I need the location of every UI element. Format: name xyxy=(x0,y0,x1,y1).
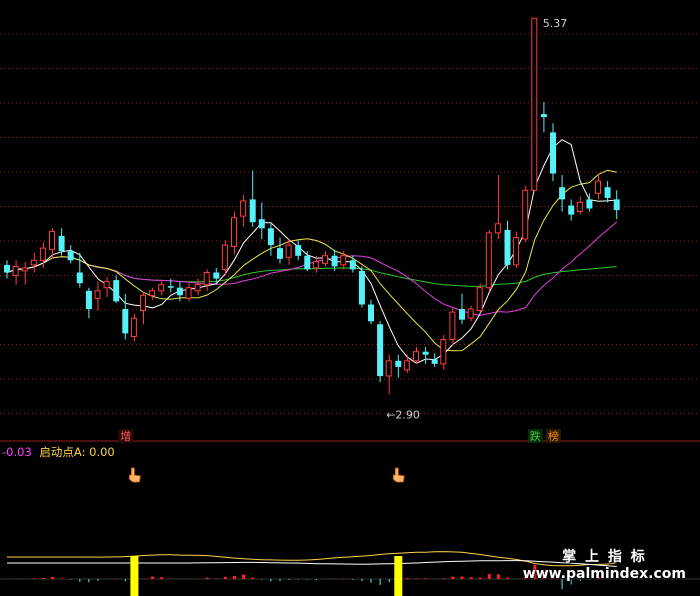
low-price-label: ←2.90 xyxy=(386,408,420,421)
candle-body xyxy=(140,294,146,311)
candle-body xyxy=(385,360,392,377)
candle-body xyxy=(285,244,292,258)
candle-body xyxy=(231,217,237,248)
candle-body xyxy=(94,290,101,299)
candle-body xyxy=(85,290,92,310)
candle-body xyxy=(58,235,65,252)
candle-body xyxy=(49,230,55,251)
candle-body xyxy=(522,189,529,240)
candle-body xyxy=(595,180,601,194)
candle-body xyxy=(185,287,192,299)
candle-body xyxy=(213,272,220,279)
candle-body xyxy=(167,286,174,288)
candle-body xyxy=(194,284,201,292)
signal-bar xyxy=(130,556,139,596)
candle-body xyxy=(368,304,374,322)
marker-label: 榜 xyxy=(548,429,559,443)
candle-body xyxy=(358,271,365,305)
candle-body xyxy=(113,280,120,302)
candle-body xyxy=(249,199,256,223)
candle-body xyxy=(559,187,566,200)
candle-body xyxy=(476,287,483,312)
candle-body xyxy=(395,360,402,367)
candle-body xyxy=(12,265,19,276)
candle-body xyxy=(459,309,465,320)
candle-body xyxy=(422,351,429,355)
candle-body xyxy=(494,223,501,234)
candle-body xyxy=(203,272,210,286)
candle-body xyxy=(377,324,384,377)
candle-body xyxy=(103,281,110,289)
candle-body xyxy=(349,260,356,270)
watermark-title: 掌 上 指 标 xyxy=(562,549,647,565)
candle-body xyxy=(176,287,183,296)
candle-body xyxy=(30,259,37,266)
candle-body xyxy=(322,255,328,264)
candle-body xyxy=(413,351,419,362)
stock-chart: 5.37 ←2.90 增 跌榜 xyxy=(0,17,700,596)
candle-body xyxy=(39,247,46,261)
candle-body xyxy=(267,228,274,246)
candle-body xyxy=(312,261,319,269)
hand-pointer-icon xyxy=(392,467,405,483)
candle-body xyxy=(21,267,28,272)
candle-body xyxy=(576,201,583,212)
candle-body xyxy=(158,284,165,292)
candle-body xyxy=(431,359,438,364)
candle-body xyxy=(331,255,338,267)
candle-body xyxy=(568,205,575,215)
candle-body xyxy=(604,187,611,198)
candle-body xyxy=(485,232,492,289)
candle-body xyxy=(76,272,83,284)
indicator-left-value: -0.03 xyxy=(2,445,32,459)
hand-pointer-icon xyxy=(128,467,141,483)
candle-body xyxy=(340,255,347,266)
indicator-legend: -0.03 启动点A: 0.00 xyxy=(2,444,115,460)
candle-body xyxy=(531,17,538,191)
candle-body xyxy=(449,311,456,341)
candle-body xyxy=(221,244,228,271)
candle-body xyxy=(149,290,156,296)
signal-bar xyxy=(394,556,403,596)
candle-body xyxy=(295,245,302,256)
candle-body xyxy=(403,360,410,371)
indicator-series-label: 启动点A: xyxy=(39,445,86,459)
candle-body xyxy=(277,248,283,259)
marker-label: 增 xyxy=(120,429,131,443)
candle-body xyxy=(122,309,129,334)
high-price-label: 5.37 xyxy=(543,17,568,30)
candle-body xyxy=(4,264,10,273)
candle-body xyxy=(504,229,511,265)
ma5-line xyxy=(6,139,617,364)
candle-body xyxy=(304,255,311,270)
candle-body xyxy=(130,317,137,338)
candle-body xyxy=(240,200,247,217)
candle-body xyxy=(540,114,547,118)
candle-body xyxy=(613,199,620,211)
watermark-url: www.palmindex.com xyxy=(522,566,686,582)
candle-body xyxy=(440,339,447,365)
candle-body xyxy=(67,251,74,261)
indicator-series-value: 0.00 xyxy=(89,445,115,459)
candle-body xyxy=(586,199,593,209)
candle-body xyxy=(467,308,474,319)
marker-label: 跌 xyxy=(530,429,541,443)
candle-body xyxy=(513,237,520,266)
candle-body xyxy=(550,132,556,174)
candle-body xyxy=(258,219,265,229)
watermark: 掌 上 指 标 www.palmindex.com xyxy=(523,546,686,582)
